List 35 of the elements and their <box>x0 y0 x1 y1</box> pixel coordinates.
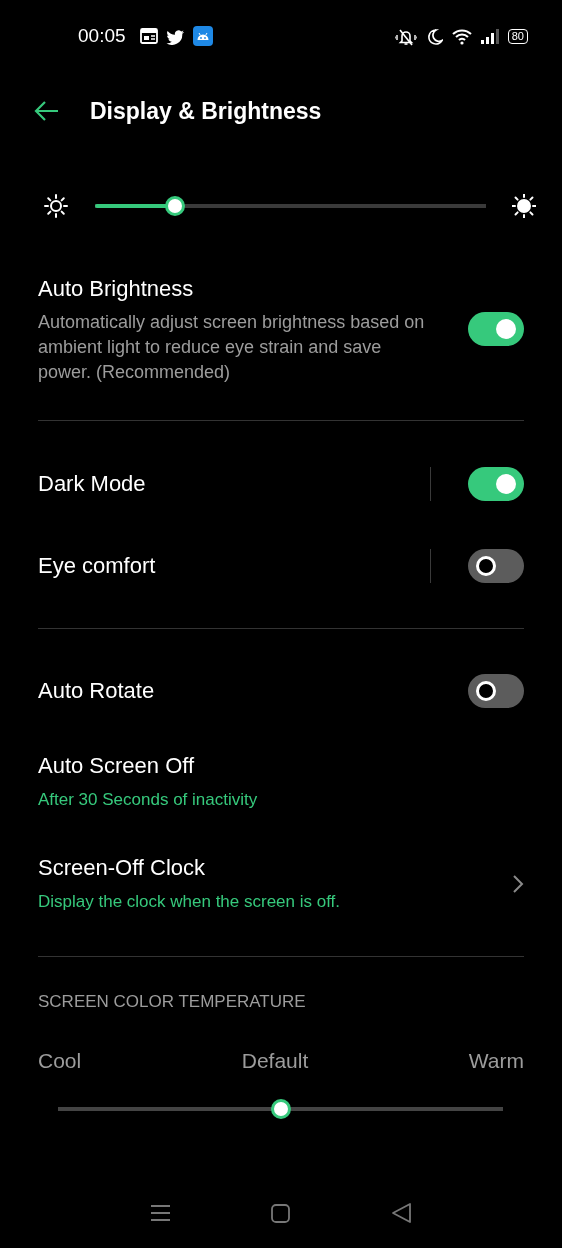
setting-title: Auto Brightness <box>38 275 195 303</box>
setting-title: Dark Mode <box>38 470 147 498</box>
toggle-switch[interactable] <box>468 312 524 346</box>
slider-thumb[interactable] <box>270 1099 291 1119</box>
calendar-icon <box>139 27 158 45</box>
setting-title: Auto Rotate <box>38 677 156 705</box>
slider-label: Cool <box>38 1048 82 1074</box>
slider-thumb[interactable] <box>165 196 186 216</box>
home-icon[interactable] <box>271 1203 291 1223</box>
slider-label: Warm <box>468 1048 524 1074</box>
section-heading: SCREEN COLOR TEMPERATURE <box>37 991 307 1013</box>
bird-icon <box>165 27 185 45</box>
page-title: Display & Brightness <box>90 97 322 125</box>
slider-label: Default <box>241 1048 309 1074</box>
battery-level: 80 <box>507 28 528 44</box>
back-arrow-icon[interactable] <box>34 100 60 122</box>
wifi-icon <box>451 27 472 45</box>
setting-title: Auto Screen Off <box>38 752 196 780</box>
chevron-right-icon <box>512 874 524 894</box>
toggle-switch[interactable] <box>468 549 524 583</box>
setting-title: Screen-Off Clock <box>38 854 207 882</box>
robot-app-icon <box>192 26 213 46</box>
setting-value: After 30 Seconds of inactivity <box>38 789 259 811</box>
signal-icon <box>480 28 499 44</box>
setting-value: Display the clock when the screen is off. <box>38 891 342 913</box>
toggle-switch[interactable] <box>468 467 524 501</box>
setting-description: Automatically adjust screen brightness based on ambient light to reduce eye strain and save power. (Recommended) <box>38 311 426 384</box>
menu-icon[interactable] <box>150 1204 172 1222</box>
moon-icon <box>425 27 443 45</box>
dim-sun-icon <box>44 194 68 218</box>
toggle-switch[interactable] <box>468 674 524 708</box>
bright-sun-icon <box>512 194 536 218</box>
status-time: 00:05 <box>78 25 126 47</box>
setting-title: Eye comfort <box>38 552 157 580</box>
back-icon[interactable] <box>390 1202 412 1224</box>
